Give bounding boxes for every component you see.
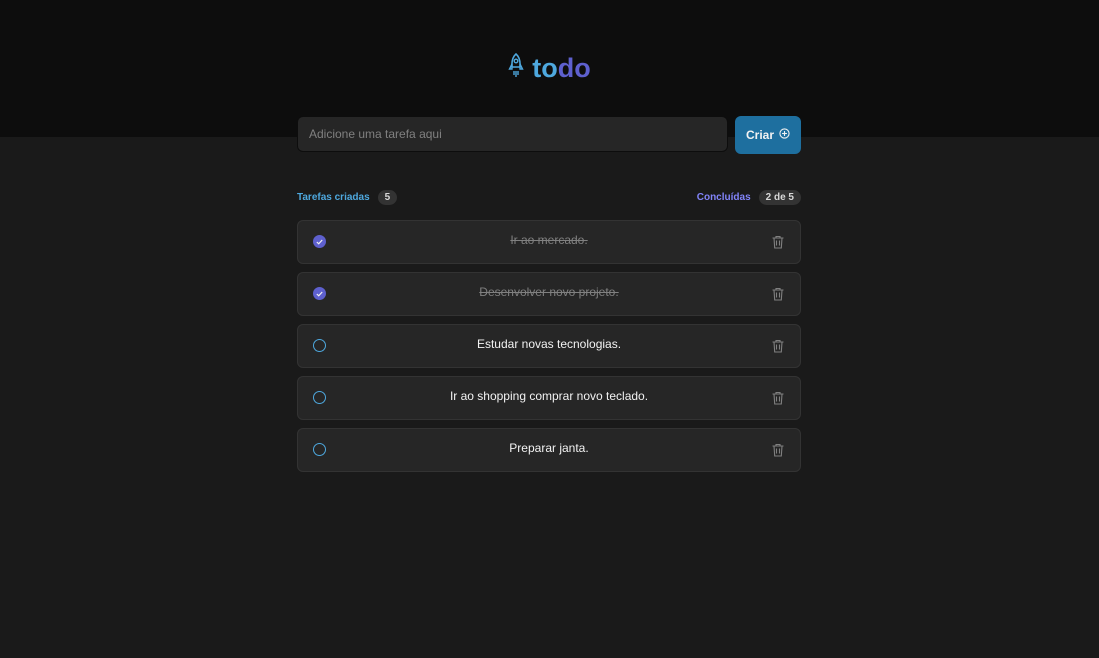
plus-circle-icon (779, 128, 790, 142)
create-button[interactable]: Criar (735, 116, 801, 154)
task-text: Ir ao mercado. (510, 233, 588, 247)
logo: todo (0, 52, 1099, 84)
task-item: Estudar novas tecnologias. (297, 324, 801, 368)
rocket-icon (508, 52, 524, 84)
task-checkbox[interactable] (313, 287, 326, 300)
task-item: Ir ao shopping comprar novo teclado. (297, 376, 801, 420)
created-counter: Tarefas criadas 5 (297, 189, 398, 205)
done-label: Concluídas (696, 191, 751, 203)
done-counter: Concluídas 2 de 5 (696, 189, 801, 205)
task-checkbox[interactable] (313, 339, 326, 352)
check-icon (316, 291, 323, 297)
logo-text: todo (532, 52, 590, 84)
logo-text-to: to (532, 53, 558, 83)
task-checkbox[interactable] (313, 391, 326, 404)
check-icon (316, 239, 323, 245)
created-label: Tarefas criadas (297, 191, 370, 203)
trash-icon[interactable] (770, 234, 786, 250)
create-button-label: Criar (745, 128, 774, 142)
task-text: Preparar janta. (509, 441, 589, 455)
task-item: Desenvolver novo projeto. (297, 272, 801, 316)
trash-icon[interactable] (770, 442, 786, 458)
task-checkbox[interactable] (313, 235, 326, 248)
task-list: Ir ao mercado. Desenvolver novo projeto.… (297, 220, 801, 472)
create-task-form: Criar (297, 116, 801, 154)
task-item: Ir ao mercado. (297, 220, 801, 264)
task-counters: Tarefas criadas 5 Concluídas 2 de 5 (297, 189, 801, 205)
trash-icon[interactable] (770, 390, 786, 406)
trash-icon[interactable] (770, 338, 786, 354)
task-text: Estudar novas tecnologias. (476, 337, 622, 351)
task-input[interactable] (297, 116, 728, 152)
created-count-badge: 5 (377, 189, 398, 205)
logo-text-do: do (557, 53, 591, 83)
task-item: Preparar janta. (297, 428, 801, 472)
task-text: Desenvolver novo projeto. (479, 285, 619, 299)
task-text: Ir ao shopping comprar novo teclado. (449, 389, 649, 403)
done-count-badge: 2 de 5 (758, 189, 801, 205)
trash-icon[interactable] (770, 286, 786, 302)
task-checkbox[interactable] (313, 443, 326, 456)
